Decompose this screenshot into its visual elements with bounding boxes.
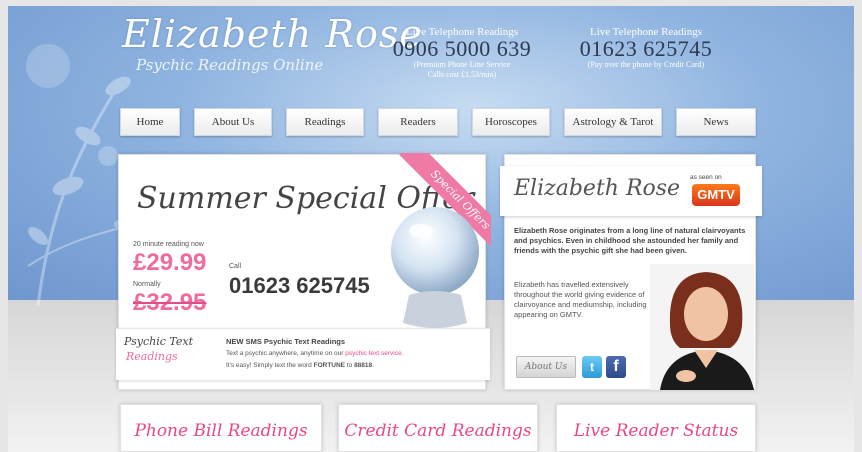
- bio-header: Elizabeth Rose as seen on GMTV: [500, 166, 762, 216]
- sms-shortcode: 88818: [354, 362, 373, 369]
- premium-phone-block: Live Telephone Readings 0906 5000 639 (P…: [392, 26, 532, 80]
- bio-body-text: Elizabeth has travelled extensively thro…: [514, 280, 647, 319]
- nav-readings[interactable]: Readings: [286, 108, 364, 136]
- nav-readers[interactable]: Readers: [378, 108, 458, 136]
- card-title: Phone Bill Readings: [134, 421, 308, 441]
- crystal-ball-image: [391, 207, 479, 328]
- old-price-label: Normally: [133, 281, 161, 288]
- nav-astrology-tarot[interactable]: Astrology & Tarot: [564, 108, 662, 136]
- phone-number: 0906 5000 639: [392, 36, 532, 61]
- about-us-button[interactable]: About Us: [516, 356, 576, 378]
- old-price: £32.95: [133, 289, 207, 316]
- gmtv-logo: GMTV: [692, 184, 740, 206]
- as-seen-on-label: as seen on: [690, 174, 722, 181]
- nav-home[interactable]: Home: [120, 108, 180, 136]
- credit-card-phone-block: Live Telephone Readings 01623 625745 (Pa…: [576, 26, 716, 70]
- phone-bill-readings-card[interactable]: Phone Bill Readings: [120, 404, 322, 452]
- sms-logo-bottom: Readings: [126, 350, 178, 363]
- credit-card-readings-card[interactable]: Credit Card Readings: [338, 404, 538, 452]
- nav-horoscopes[interactable]: Horoscopes: [472, 108, 550, 136]
- phone-note: (Pay over the phone by Credit Card): [587, 60, 705, 69]
- bio-intro-text: Elizabeth Rose originates from a long li…: [514, 226, 746, 255]
- sms-keyword: FORTUNE: [313, 362, 346, 369]
- call-number: 01623 625745: [229, 273, 370, 298]
- phone-number: 01623 625745: [579, 36, 713, 61]
- sms-line-1: Text a psychic anywhere, anytime on our …: [226, 350, 403, 357]
- live-reader-status-card[interactable]: Live Reader Status: [556, 404, 756, 452]
- sms-logo-top: Psychic Text: [124, 335, 194, 348]
- site-logo-subtitle: Psychic Readings Online: [136, 56, 324, 74]
- now-price: £29.99: [133, 249, 207, 276]
- sms-line-2-mid: to: [345, 362, 355, 369]
- now-price-label: 20 minute reading now: [133, 241, 204, 248]
- sms-line-1-text: Text a psychic anywhere, anytime on our: [226, 350, 346, 357]
- site-logo-title[interactable]: Elizabeth Rose: [122, 12, 423, 56]
- call-label: Call: [229, 263, 242, 270]
- page: Elizabeth Rose Psychic Readings Online L…: [0, 0, 862, 452]
- phone-note: Calls cost £1.53/min): [427, 70, 497, 79]
- phone-note: (Premium Phone Line Service: [413, 60, 511, 69]
- sms-heading: NEW SMS Psychic Text Readings: [226, 337, 346, 346]
- nav-news[interactable]: News: [676, 108, 756, 136]
- psychic-text-service-link[interactable]: psychic text service.: [345, 350, 403, 357]
- bio-name: Elizabeth Rose: [514, 176, 681, 201]
- sms-line-2-end: .: [372, 362, 374, 369]
- nav-about-us[interactable]: About Us: [194, 108, 272, 136]
- card-title: Live Reader Status: [573, 421, 739, 441]
- facebook-icon[interactable]: f: [606, 356, 626, 378]
- card-title: Credit Card Readings: [344, 421, 532, 441]
- sms-readings-strip[interactable]: Psychic Text Readings NEW SMS Psychic Te…: [116, 328, 490, 380]
- twitter-icon[interactable]: t: [582, 356, 602, 378]
- sms-line-2-text: It's easy! Simply text the word: [226, 362, 314, 369]
- elizabeth-rose-photo: [650, 264, 754, 390]
- sms-line-2: It's easy! Simply text the word FORTUNE …: [226, 362, 374, 369]
